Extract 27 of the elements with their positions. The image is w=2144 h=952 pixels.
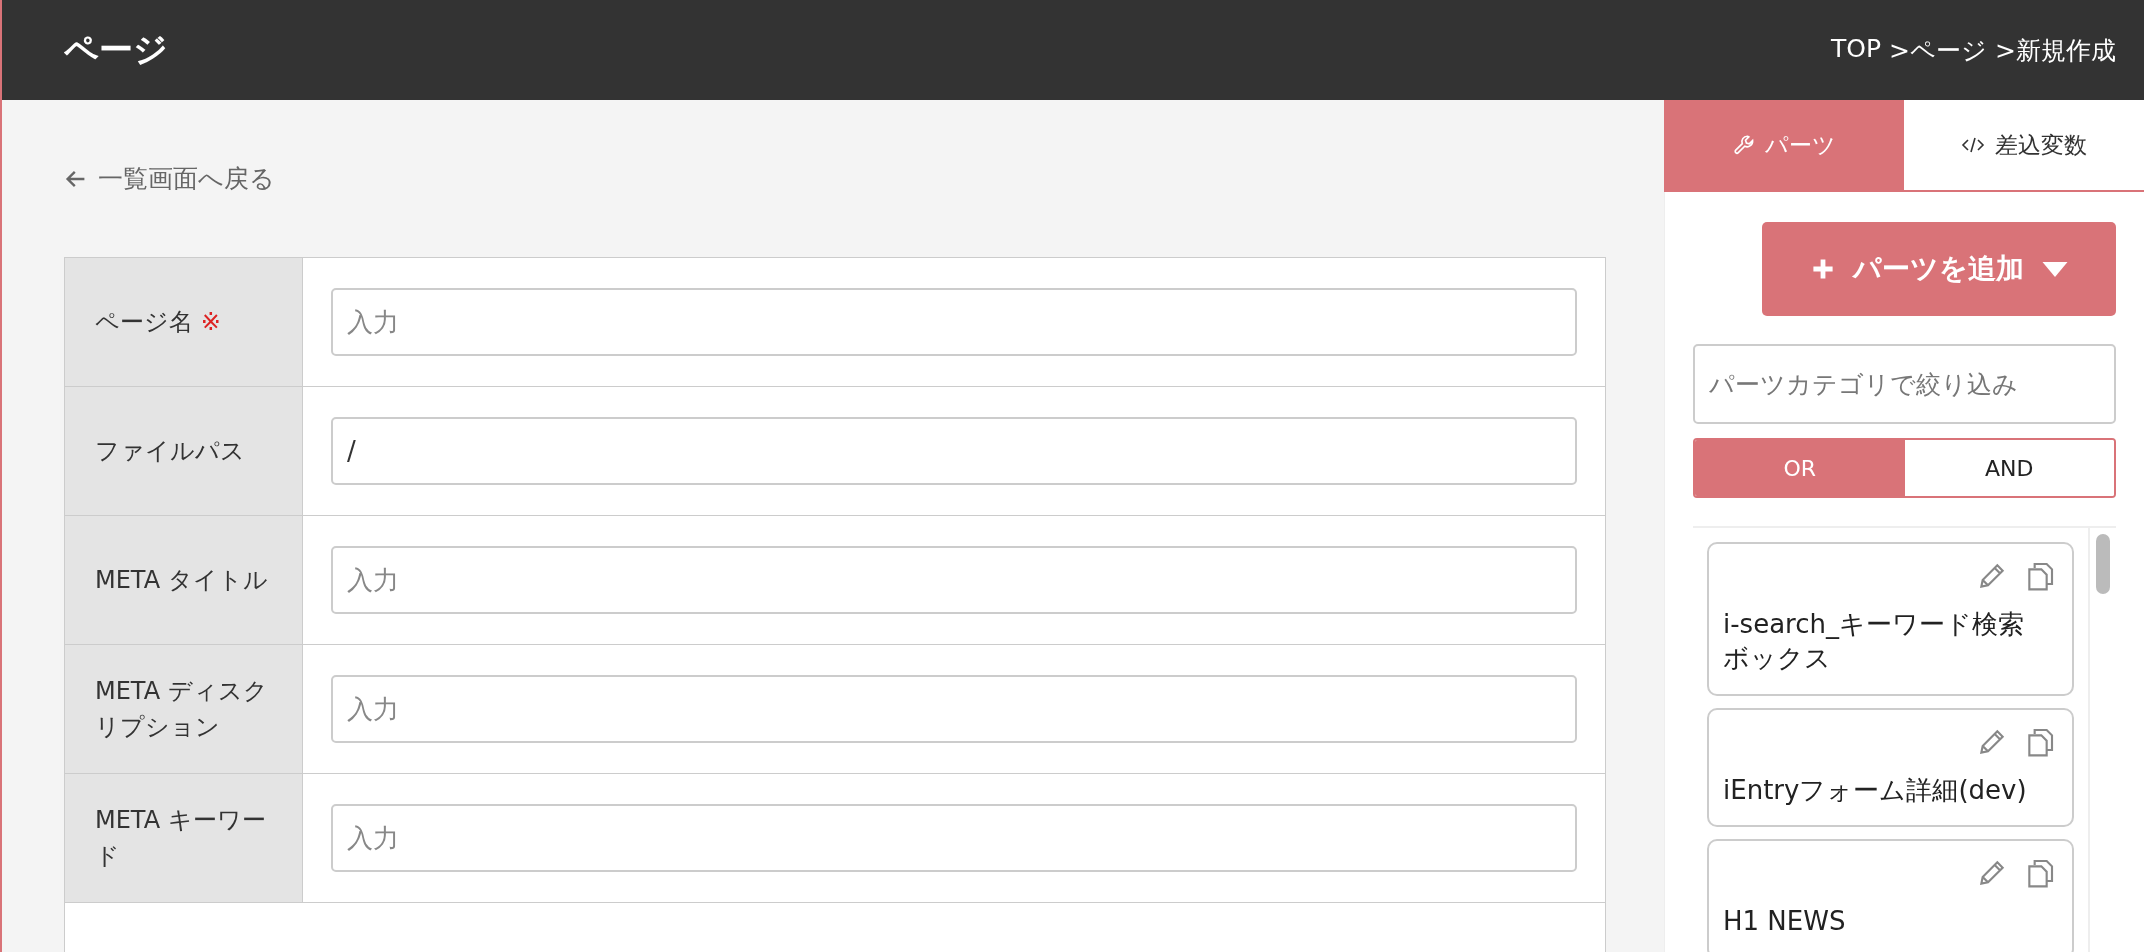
breadcrumb-link[interactable]: >ページ	[1889, 33, 1988, 67]
breadcrumb-link[interactable]: >新規作成	[1995, 33, 2116, 67]
text-field[interactable]: 入力	[331, 288, 1577, 356]
breadcrumb-link[interactable]: TOP	[1831, 33, 1882, 67]
plus-icon	[1810, 257, 1835, 281]
filter-field[interactable]: パーツカテゴリで絞り込み	[1693, 344, 2116, 424]
field-label: ページ名 ※	[95, 307, 221, 338]
text-field[interactable]: /	[331, 417, 1577, 485]
part-card[interactable]: i-search_キーワード検索ボックス	[1707, 542, 2074, 696]
page-title: ページ	[64, 28, 168, 71]
part-name: i-search_キーワード検索ボックス	[1723, 608, 2025, 675]
back-link[interactable]: 一覧画面へ戻る	[64, 162, 275, 195]
part-card[interactable]: H1 NEWS	[1707, 839, 2074, 952]
text-field[interactable]: 入力	[331, 675, 1577, 743]
part-name: H1 NEWS	[1723, 905, 1847, 939]
part-card[interactable]: iEntryフォーム詳細(dev)	[1707, 707, 2074, 828]
text-field[interactable]: 入力	[331, 804, 1577, 872]
text-field[interactable]: 入力	[331, 546, 1577, 614]
field-label: META ディスクリプション	[95, 676, 269, 743]
field-label: ファイルパス	[95, 436, 245, 467]
caret-icon	[2041, 261, 2068, 277]
part-name: iEntryフォーム詳細(dev)	[1723, 773, 2028, 807]
code-icon	[1961, 135, 1985, 155]
back-link-text[interactable]: 一覧画面へ戻る	[98, 162, 275, 195]
field-label: META タイトル	[95, 565, 268, 596]
field-label: META キーワード	[95, 805, 267, 872]
wrench-icon	[1732, 134, 1755, 156]
